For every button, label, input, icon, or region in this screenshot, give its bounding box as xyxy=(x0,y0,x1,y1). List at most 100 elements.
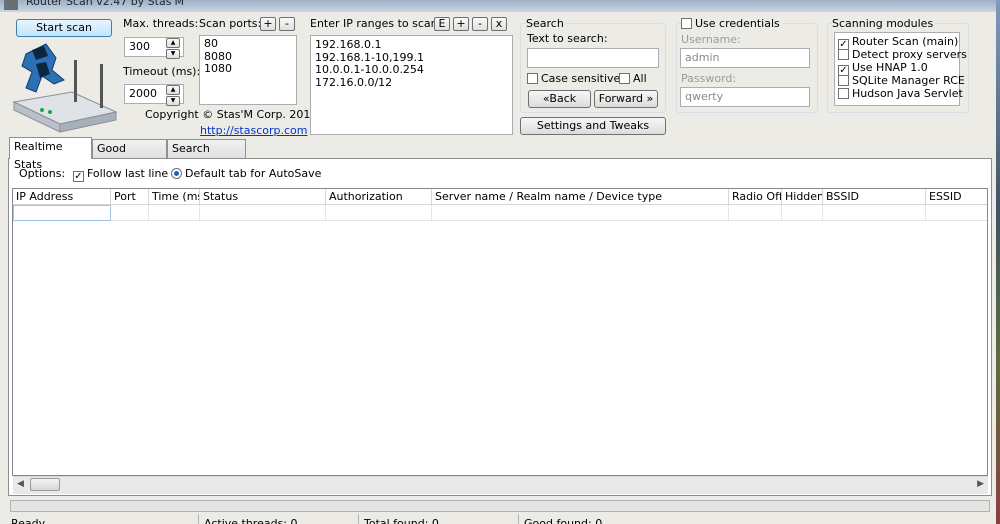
checkbox-box[interactable]: ✓ xyxy=(73,171,84,182)
col-status[interactable]: Status xyxy=(200,189,326,205)
horizontal-scrollbar[interactable]: ◀ ▶ xyxy=(13,476,988,494)
ip-range-item[interactable]: 172.16.0.0/12 xyxy=(315,76,508,90)
checkbox-box[interactable] xyxy=(527,73,538,84)
module-hudson[interactable]: Hudson Java Servlet xyxy=(838,87,963,100)
ip-range-item[interactable]: 192.168.0.1 xyxy=(315,38,508,52)
ip-ranges-list[interactable]: 192.168.0.1 192.168.1-10,199.1 10.0.0.1-… xyxy=(310,35,513,135)
checkbox-box[interactable] xyxy=(838,75,849,86)
add-range-button[interactable]: + xyxy=(453,17,469,31)
port-item[interactable]: 80 xyxy=(204,37,292,51)
module-label: Hudson Java Servlet xyxy=(852,87,963,100)
module-label: Router Scan (main) xyxy=(852,35,959,48)
radio-dot[interactable] xyxy=(171,168,182,179)
all-checkbox[interactable]: All xyxy=(619,72,647,85)
table-row-cell[interactable] xyxy=(326,205,432,221)
use-credentials-checkbox[interactable]: Use credentials xyxy=(681,17,783,30)
module-label: SQLite Manager RCE xyxy=(852,74,965,87)
col-time[interactable]: Time (ms) xyxy=(149,189,200,205)
module-label: Detect proxy servers xyxy=(852,48,967,61)
port-item[interactable]: 1080 xyxy=(204,62,292,76)
ports-list[interactable]: 80 8080 1080 xyxy=(199,35,297,105)
table-row-cell[interactable] xyxy=(111,205,149,221)
add-port-button[interactable]: + xyxy=(260,17,276,31)
clear-ranges-button[interactable]: x xyxy=(491,17,507,31)
status-good-found: Good found: 0 xyxy=(518,514,724,524)
checkbox-box[interactable] xyxy=(681,18,692,29)
modules-list: ✓ Router Scan (main) Detect proxy servers… xyxy=(834,32,967,106)
search-input[interactable] xyxy=(527,48,659,68)
edit-ranges-button[interactable]: E xyxy=(434,17,450,31)
checkbox-box[interactable] xyxy=(838,88,849,99)
follow-last-line-checkbox[interactable]: ✓ Follow last line xyxy=(73,167,168,182)
col-hidden[interactable]: Hidden xyxy=(782,189,823,205)
threads-spinner[interactable]: ▲ ▼ xyxy=(166,38,180,59)
scroll-left-icon[interactable]: ◀ xyxy=(17,479,24,489)
password-input[interactable]: qwerty xyxy=(680,87,810,107)
timeout-label: Timeout (ms): xyxy=(123,65,201,78)
app-icon xyxy=(4,0,18,10)
tab-search-results[interactable]: Search Results xyxy=(167,139,246,173)
table-row-cell[interactable] xyxy=(782,205,823,221)
scrollbar-thumb[interactable] xyxy=(30,478,60,491)
settings-button[interactable]: Settings and Tweaks xyxy=(520,117,666,135)
table-row-cell[interactable] xyxy=(729,205,782,221)
col-essid[interactable]: ESSID xyxy=(926,189,987,205)
results-table[interactable]: IP Address Port Time (ms) Status Authori… xyxy=(12,188,988,476)
table-row-cell-selected[interactable] xyxy=(13,205,111,221)
router-logo-icon xyxy=(12,43,118,133)
col-radio-off[interactable]: Radio Off xyxy=(729,189,782,205)
checkbox-box[interactable] xyxy=(838,49,849,60)
threads-label: Max. threads: xyxy=(123,17,199,30)
modules-label: Scanning modules xyxy=(832,17,936,30)
username-input[interactable]: admin xyxy=(680,48,810,68)
table-row-cell[interactable] xyxy=(432,205,729,221)
col-server-name[interactable]: Server name / Realm name / Device type xyxy=(432,189,729,205)
username-label: Username: xyxy=(681,33,741,46)
table-row-cell[interactable] xyxy=(200,205,326,221)
remove-port-button[interactable]: - xyxy=(279,17,295,31)
status-active-threads: Active threads: 0 xyxy=(198,514,362,524)
tab-realtime-stats[interactable]: Realtime Stats xyxy=(9,137,92,171)
ip-ranges-label: Enter IP ranges to scan: xyxy=(310,17,442,30)
module-hnap[interactable]: ✓ Use HNAP 1.0 xyxy=(838,61,956,76)
scan-ports-label: Scan ports: xyxy=(199,17,262,30)
module-detect-proxy[interactable]: Detect proxy servers xyxy=(838,48,967,61)
window-title: Router Scan v2.47 by Stas'M xyxy=(26,0,184,8)
forward-button[interactable]: Forward » xyxy=(594,90,658,108)
col-ip-address[interactable]: IP Address xyxy=(13,189,111,205)
remove-range-button[interactable]: - xyxy=(472,17,488,31)
table-row-cell[interactable] xyxy=(149,205,200,221)
case-sensitive-checkbox[interactable]: Case sensitive xyxy=(527,72,620,85)
table-row-cell[interactable] xyxy=(926,205,987,221)
tab-good-results[interactable]: Good Results xyxy=(92,139,167,173)
status-total-found: Total found: 0 xyxy=(358,514,522,524)
col-authorization[interactable]: Authorization xyxy=(326,189,432,205)
title-bar: Router Scan v2.47 by Stas'M xyxy=(0,0,1000,12)
module-sqlite-rce[interactable]: SQLite Manager RCE xyxy=(838,74,965,87)
scan-progress-bar xyxy=(10,500,990,512)
table-header: IP Address Port Time (ms) Status Authori… xyxy=(13,189,987,205)
timeout-spinner[interactable]: ▲ ▼ xyxy=(166,85,180,106)
follow-last-line-label: Follow last line xyxy=(87,167,169,180)
default-tab-label: Default tab for AutoSave xyxy=(185,167,322,180)
status-bar: Ready Active threads: 0 Total found: 0 G… xyxy=(0,514,1000,524)
start-scan-button[interactable]: Start scan xyxy=(16,19,112,37)
back-button[interactable]: «Back xyxy=(528,90,591,108)
module-router-scan[interactable]: ✓ Router Scan (main) xyxy=(838,35,959,50)
table-row-cell[interactable] xyxy=(823,205,926,221)
module-label: Use HNAP 1.0 xyxy=(852,61,928,74)
search-group-label: Search xyxy=(526,17,566,30)
ip-range-item[interactable]: 10.0.0.1-10.0.0.254 xyxy=(315,63,508,77)
scroll-right-icon[interactable]: ▶ xyxy=(977,479,984,489)
checkbox-box[interactable] xyxy=(619,73,630,84)
website-link[interactable]: http://stascorp.com xyxy=(200,124,308,137)
status-ready: Ready xyxy=(11,517,46,524)
default-tab-radio[interactable]: Default tab for AutoSave xyxy=(171,167,321,180)
case-sensitive-label: Case sensitive xyxy=(541,72,621,85)
use-credentials-label: Use credentials xyxy=(695,17,780,30)
col-port[interactable]: Port xyxy=(111,189,149,205)
all-label: All xyxy=(633,72,647,85)
copyright-text: Copyright © Stas'M Corp. 2014 xyxy=(145,108,318,121)
desktop-background xyxy=(996,0,1000,524)
col-bssid[interactable]: BSSID xyxy=(823,189,926,205)
